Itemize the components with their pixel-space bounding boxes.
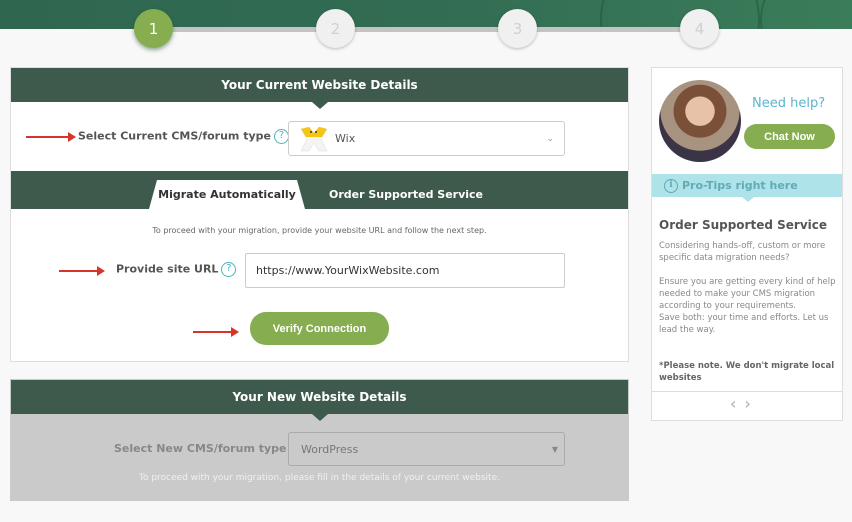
current-cms-value: Wix [335, 132, 356, 145]
step-4[interactable]: 4 [680, 9, 719, 48]
new-website-header: Your New Website Details [11, 380, 628, 421]
url-label: Provide site URL? [116, 262, 237, 277]
need-help-text: Need help? [752, 96, 826, 111]
red-arrow-icon [26, 132, 76, 142]
stepper-track [153, 27, 699, 32]
tip-note: *Please note. We don't migrate local web… [659, 361, 835, 383]
migration-tabs: Migrate Automatically Order Supported Se… [11, 171, 628, 209]
verify-connection-button[interactable]: Verify Connection [250, 312, 389, 345]
site-url-input[interactable]: https://www.YourWixWebsite.com [245, 253, 565, 288]
tip-body: Considering hands-off, custom or more sp… [659, 240, 837, 348]
help-icon[interactable]: ? [273, 129, 289, 144]
help-icon[interactable]: ? [221, 262, 237, 277]
protips-label: Pro-Tips right here [682, 179, 798, 192]
tab-label: Order Supported Service [329, 188, 483, 201]
new-website-hint: To proceed with your migration, please f… [139, 473, 500, 483]
info-icon: i [664, 178, 678, 193]
new-cms-label: Select New CMS/forum type [114, 442, 287, 455]
url-hint: To proceed with your migration, provide … [152, 226, 487, 235]
current-website-title: Your Current Website Details [221, 78, 418, 92]
new-cms-value: WordPress [301, 442, 359, 456]
sidebar-divider [652, 391, 842, 392]
step-1[interactable]: 1 [134, 9, 173, 48]
banner-decoration [760, 0, 852, 29]
red-arrow-icon [59, 266, 105, 276]
chevron-right-icon[interactable]: › [744, 394, 758, 413]
step-2[interactable]: 2 [316, 9, 355, 48]
help-sidebar: Need help? Chat Now i Pro-Tips right her… [651, 67, 843, 421]
current-website-header: Your Current Website Details [11, 68, 628, 109]
tip-title: Order Supported Service [659, 218, 827, 232]
header-notch [311, 102, 328, 109]
current-website-panel: Your Current Website Details Select Curr… [10, 67, 629, 362]
tab-migrate-automatically[interactable]: Migrate Automatically [149, 180, 305, 209]
current-cms-select[interactable]: Wix ⌄ [288, 121, 565, 156]
tab-order-supported-service[interactable]: Order Supported Service [321, 180, 491, 209]
new-website-panel: Your New Website Details Select New CMS/… [10, 379, 629, 501]
tip-navigation: ‹› [730, 394, 759, 413]
tab-label: Migrate Automatically [158, 188, 296, 201]
tip-paragraph: Save both: your time and efforts. Let us… [659, 313, 829, 335]
wix-logo-icon [300, 126, 328, 151]
url-label-text: Provide site URL [116, 262, 219, 276]
new-cms-select[interactable]: WordPress ▼ [288, 432, 565, 466]
protips-banner: i Pro-Tips right here [652, 174, 842, 202]
current-cms-label-text: Select Current CMS/forum type [78, 129, 271, 143]
step-3[interactable]: 3 [498, 9, 537, 48]
chat-now-button[interactable]: Chat Now [744, 124, 835, 149]
dropdown-triangle-icon: ▼ [551, 444, 558, 454]
current-cms-label: Select Current CMS/forum type? [78, 129, 289, 144]
chevron-left-icon[interactable]: ‹ [730, 394, 744, 413]
header-banner [0, 0, 852, 29]
new-website-title: Your New Website Details [232, 390, 407, 404]
protips-notch [742, 197, 754, 202]
header-notch [311, 414, 328, 421]
tip-paragraph: Ensure you are getting every kind of hel… [659, 277, 836, 311]
chevron-down-icon: ⌄ [546, 133, 554, 144]
red-arrow-icon [193, 327, 239, 337]
support-agent-avatar [659, 80, 741, 162]
tip-paragraph: Considering hands-off, custom or more sp… [659, 241, 826, 263]
